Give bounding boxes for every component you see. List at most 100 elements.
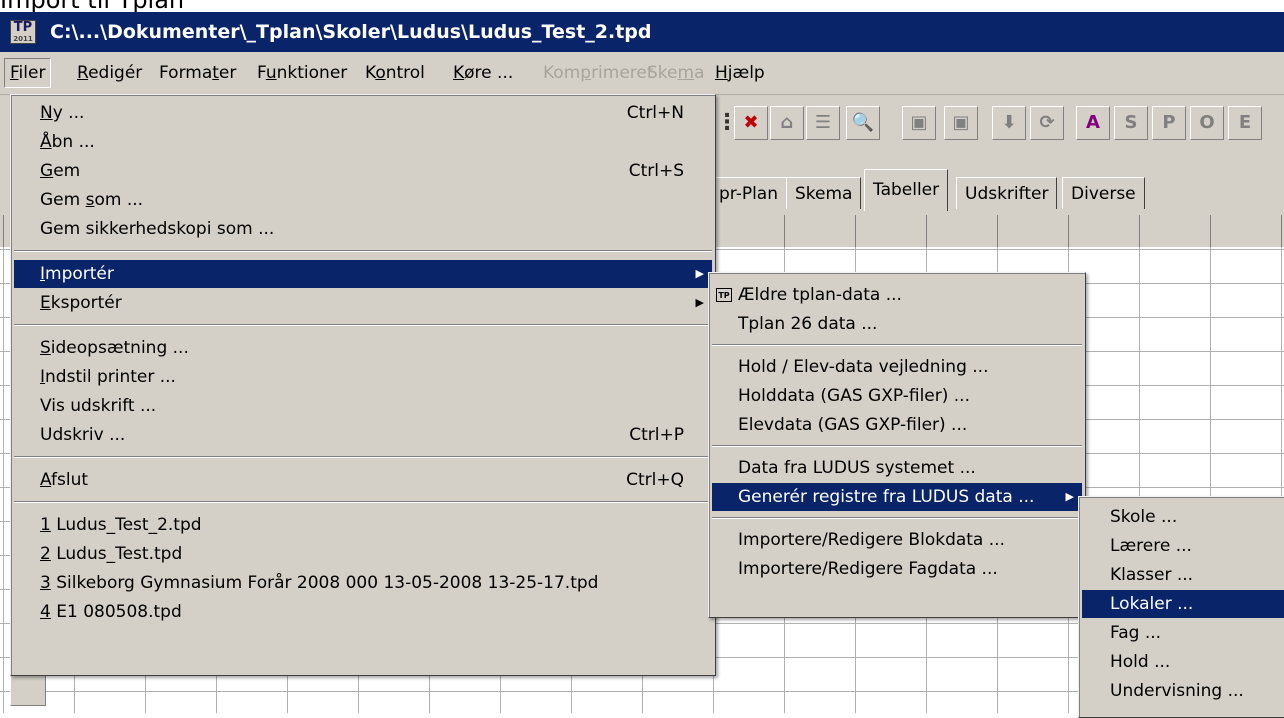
menu-separator (14, 250, 712, 252)
menu-separator (14, 324, 712, 326)
filer-menu-item[interactable]: Indstil printer ... (14, 363, 712, 391)
filer-menu-item[interactable]: Sideopsætning ... (14, 334, 712, 362)
toolbar-separator: ⋮ (716, 110, 738, 135)
menu-kontrol[interactable]: Kontrol (360, 58, 430, 88)
menu-item-label: Elevdata (GAS GXP-filer) ... (738, 415, 968, 435)
ludus-menu-item[interactable]: Lokaler ... (1082, 590, 1284, 618)
menu-item-label: Lokaler ... (1110, 594, 1194, 614)
menu-komprimeret[interactable]: Komprimeret (538, 58, 659, 88)
menu-item-shortcut: Ctrl+N (626, 103, 684, 123)
download-icon[interactable]: ⬇ (992, 106, 1026, 140)
menu-separator (14, 456, 712, 458)
import-menu-item[interactable]: Holddata (GAS GXP-filer) ... (712, 382, 1082, 410)
menu-item-label: Gem (40, 161, 81, 181)
tab-udskrifter[interactable]: Udskrifter (956, 177, 1058, 209)
ludus-menu-item[interactable]: Klasser ... (1082, 561, 1284, 589)
submenu-arrow-icon: ▶ (695, 296, 704, 309)
menu-separator (712, 344, 1082, 346)
save-as-icon[interactable]: ▣ (944, 106, 978, 140)
o-icon[interactable]: O (1190, 106, 1224, 140)
app-icon[interactable]: TP 2011 (10, 20, 36, 44)
menu-item-label: Hold / Elev-data vejledning ... (738, 357, 989, 377)
house-icon[interactable]: ⌂ (770, 106, 804, 140)
menu-item-label: Ny ... (40, 103, 85, 123)
menu-formater[interactable]: Formater (154, 58, 241, 88)
menu-item-label: 2 Ludus_Test.tpd (40, 544, 183, 564)
import-menu-item[interactable]: Generér registre fra LUDUS data ... ▶ (712, 483, 1082, 511)
import-menu-item[interactable]: Tplan 26 data ... (712, 310, 1082, 338)
a-icon[interactable]: A (1076, 106, 1110, 140)
search-person-icon[interactable]: 🔍 (846, 106, 880, 140)
filer-menu-item[interactable]: 4 E1 080508.tpd (14, 598, 712, 626)
submenu-arrow-icon: ▶ (1065, 490, 1074, 503)
title-bar[interactable]: TP 2011 C:\...\Dokumenter\_Tplan\Skoler\L… (0, 12, 1284, 52)
save-icon[interactable]: ▣ (902, 106, 936, 140)
ludus-menu-item[interactable]: Lærere ... (1082, 532, 1284, 560)
menu-item-label: Vis udskrift ... (40, 396, 157, 416)
menu-item-label: Holddata (GAS GXP-filer) ... (738, 386, 970, 406)
menu-hjælp[interactable]: Hjælp (710, 58, 770, 88)
menu-item-label: Data fra LUDUS systemet ... (738, 458, 976, 478)
filer-menu-item[interactable]: Gem som ... (14, 186, 712, 214)
ludus-menu-item[interactable]: Fag ... (1082, 619, 1284, 647)
filer-menu-item[interactable]: Importér ▶ (14, 260, 712, 288)
filer-menu-item[interactable]: Udskriv ... Ctrl+P (14, 421, 712, 449)
menu-item-label: Fag ... (1110, 623, 1162, 643)
menu-item-label: Skole ... (1110, 507, 1178, 527)
menu-skema[interactable]: Skema (642, 58, 709, 88)
menu-item-label: Sideopsætning ... (40, 338, 189, 358)
import-submenu: TP Ældre tplan-data ... Tplan 26 data ... H… (708, 272, 1086, 618)
filer-menu: Ny ... Ctrl+N Åbn ... Gem Ctrl+S Gem som ... G… (10, 94, 716, 676)
ludus-menu-item[interactable]: Hold ... (1082, 648, 1284, 676)
menu-bar: Filer Redigér Formater Funktioner Kontrol Kør… (0, 52, 1284, 95)
import-menu-item[interactable]: TP Ældre tplan-data ... (712, 281, 1082, 309)
import-menu-item[interactable]: Importere/Redigere Fagdata ... (712, 555, 1082, 583)
x-red-icon[interactable]: ✖ (734, 106, 768, 140)
import-menu-item[interactable]: Importere/Redigere Blokdata ... (712, 526, 1082, 554)
menu-separator (14, 501, 712, 503)
menu-item-label: Lærere ... (1110, 536, 1192, 556)
menu-item-label: Generér registre fra LUDUS data ... (738, 487, 1035, 507)
menu-funktioner[interactable]: Funktioner (252, 58, 352, 88)
import-menu-item[interactable]: Data fra LUDUS systemet ... (712, 454, 1082, 482)
filer-menu-item[interactable]: Gem Ctrl+S (14, 157, 712, 185)
refresh-icon[interactable]: ⟳ (1030, 106, 1064, 140)
tplan-icon: TP (716, 288, 732, 302)
filer-menu-item[interactable]: 1 Ludus_Test_2.tpd (14, 511, 712, 539)
menu-item-label: 4 E1 080508.tpd (40, 602, 182, 622)
menu-redigr[interactable]: Redigér (72, 58, 147, 88)
filer-menu-item[interactable]: Afslut Ctrl+Q (14, 466, 712, 494)
menu-item-label: Gem som ... (40, 190, 144, 210)
menu-køre[interactable]: Køre ... (448, 58, 518, 88)
tab-diverse[interactable]: Diverse (1062, 177, 1145, 209)
ludus-menu-item[interactable]: Undervisning ... (1082, 677, 1284, 705)
import-menu-item[interactable]: Elevdata (GAS GXP-filer) ... (712, 411, 1082, 439)
menu-item-label: Ældre tplan-data ... (738, 285, 902, 305)
menu-item-label: Afslut (40, 470, 89, 490)
menu-item-label: Indstil printer ... (40, 367, 176, 387)
filer-menu-item[interactable]: Eksportér ▶ (14, 289, 712, 317)
import-menu-item[interactable]: Hold / Elev-data vejledning ... (712, 353, 1082, 381)
list-icon[interactable]: ☰ (806, 106, 840, 140)
s-icon[interactable]: S (1114, 106, 1148, 140)
tab-prplan[interactable]: pr-Plan (710, 177, 787, 209)
tab-skema[interactable]: Skema (786, 177, 862, 209)
menu-item-label: Importér (40, 264, 114, 284)
ludus-menu-item[interactable]: Skole ... (1082, 503, 1284, 531)
menu-item-label: Åbn ... (40, 132, 95, 152)
grid-row-header[interactable] (10, 672, 46, 706)
menu-item-label: 3 Silkeborg Gymnasium Forår 2008 000 13-… (40, 573, 599, 593)
menu-item-shortcut: Ctrl+S (628, 161, 684, 181)
filer-menu-item[interactable]: Vis udskrift ... (14, 392, 712, 420)
p-icon[interactable]: P (1152, 106, 1186, 140)
filer-menu-item[interactable]: 2 Ludus_Test.tpd (14, 540, 712, 568)
menu-separator (712, 445, 1082, 447)
filer-menu-item[interactable]: Ny ... Ctrl+N (14, 99, 712, 127)
e-icon[interactable]: E (1228, 106, 1262, 140)
filer-menu-item[interactable]: Gem sikkerhedskopi som ... (14, 215, 712, 243)
filer-menu-item[interactable]: 3 Silkeborg Gymnasium Forår 2008 000 13-… (14, 569, 712, 597)
tab-tabeller[interactable]: Tabeller (864, 169, 949, 211)
filer-menu-item[interactable]: Åbn ... (14, 128, 712, 156)
submenu-arrow-icon: ▶ (695, 267, 704, 280)
menu-filer[interactable]: Filer (4, 58, 52, 88)
